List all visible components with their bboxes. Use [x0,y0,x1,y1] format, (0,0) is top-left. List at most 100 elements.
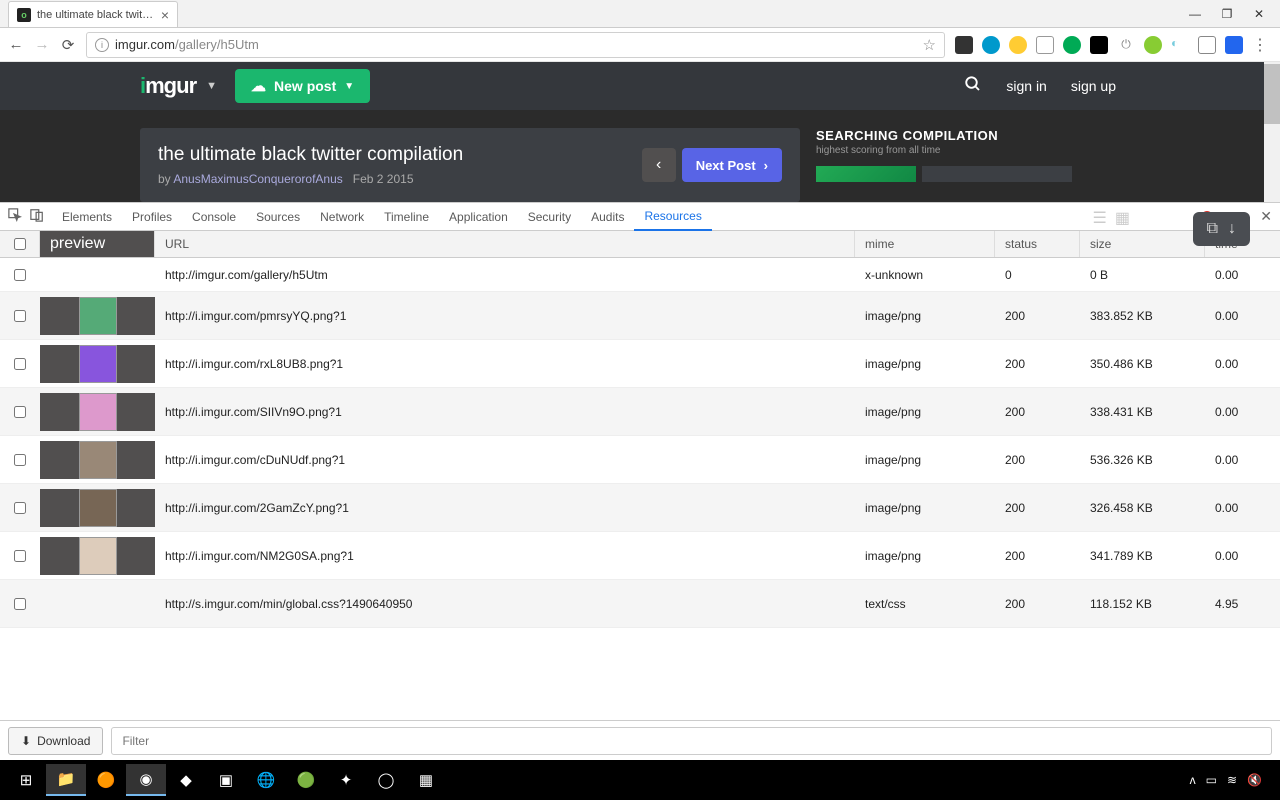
download-icon[interactable]: ↓ [1228,220,1236,238]
col-url[interactable]: URL [155,231,855,257]
volume-icon[interactable]: 🔇 [1247,773,1262,787]
download-button[interactable]: ⬇ Download [8,727,103,755]
wifi-icon[interactable]: ≋ [1227,773,1237,787]
devtools-tab-resources[interactable]: Resources [634,203,711,231]
col-preview[interactable]: preview [40,231,155,257]
row-checkbox[interactable] [0,454,40,466]
extension-icon[interactable] [1063,36,1081,54]
row-size: 383.852 KB [1080,309,1205,323]
url-input[interactable]: i imgur.com/gallery/h5Utm ☆ [86,32,945,58]
forward-icon[interactable]: → [34,37,50,53]
filter-input[interactable] [111,727,1272,755]
imgur-logo[interactable]: imgur [140,73,196,99]
inspect-icon[interactable] [8,208,22,225]
taskbar-app-icon[interactable]: 🟠 [86,764,126,796]
signin-link[interactable]: sign in [1006,78,1046,94]
table-row[interactable]: http://i.imgur.com/NM2G0SA.png?1image/pn… [0,532,1280,580]
mail-icon[interactable] [1036,36,1054,54]
row-status: 200 [995,453,1080,467]
battery-icon[interactable]: ▭ [1206,773,1217,787]
prev-post-button[interactable]: ‹ [642,148,676,182]
related-item[interactable] [922,166,1072,182]
related-thumb[interactable] [816,166,916,182]
taskbar-app-icon[interactable]: ▦ [406,764,446,796]
next-post-label: Next Post [696,158,756,173]
menu-icon[interactable]: ⋮ [1252,35,1268,55]
taskbar-app-icon[interactable]: ◯ [366,764,406,796]
row-checkbox[interactable] [0,358,40,370]
list-view-icon[interactable]: ☰ [1093,208,1107,228]
row-checkbox[interactable] [0,406,40,418]
table-row[interactable]: http://imgur.com/gallery/h5Utmx-unknown0… [0,258,1280,292]
devtools-tab-sources[interactable]: Sources [246,203,310,231]
taskbar-app-icon[interactable]: 🟢 [286,764,326,796]
close-window-icon[interactable]: ✕ [1252,7,1266,21]
devtools-tab-profiles[interactable]: Profiles [122,203,182,231]
col-status[interactable]: status [995,231,1080,257]
taskbar-app-icon[interactable]: ▣ [206,764,246,796]
row-mime: image/png [855,453,995,467]
minimize-icon[interactable]: — [1188,7,1202,21]
extension-icon[interactable] [982,36,1000,54]
bookmark-star-icon[interactable]: ☆ [923,36,936,54]
cast-icon[interactable] [1198,36,1216,54]
extension-icon[interactable] [1144,36,1162,54]
next-post-button[interactable]: Next Post › [682,148,782,182]
select-all-checkbox[interactable] [0,231,40,257]
devtools-tab-network[interactable]: Network [310,203,374,231]
chevron-down-icon[interactable]: ▼ [206,80,217,92]
close-icon[interactable]: × [161,7,169,23]
maximize-icon[interactable]: ❐ [1220,7,1234,21]
devtools-tab-security[interactable]: Security [518,203,581,231]
extension-icon[interactable]: ◐ [1171,36,1189,54]
browser-tabbar: the ultimate black twitter × — ❐ ✕ [0,0,1280,28]
power-icon[interactable]: ⏻ [1117,36,1135,54]
resources-table-body[interactable]: http://imgur.com/gallery/h5Utmx-unknown0… [0,258,1280,720]
search-icon[interactable] [964,75,982,98]
row-status: 200 [995,357,1080,371]
grid-view-icon[interactable]: ▦ [1115,208,1130,228]
col-mime[interactable]: mime [855,231,995,257]
devtools-tab-timeline[interactable]: Timeline [374,203,439,231]
close-devtools-icon[interactable]: ✕ [1260,208,1272,225]
devtools-tab-console[interactable]: Console [182,203,246,231]
back-icon[interactable]: ← [8,37,24,53]
table-row[interactable]: http://i.imgur.com/pmrsyYQ.png?1image/pn… [0,292,1280,340]
row-url: http://i.imgur.com/SIIVn9O.png?1 [155,405,855,419]
row-checkbox[interactable] [0,310,40,322]
taskbar-app-icon[interactable]: 🌐 [246,764,286,796]
table-row[interactable]: http://i.imgur.com/2GamZcY.png?1image/pn… [0,484,1280,532]
extension-icon[interactable] [1090,36,1108,54]
taskbar-app-icon[interactable]: ✦ [326,764,366,796]
tray-chevron-icon[interactable]: ʌ [1190,773,1196,787]
devtools-tab-audits[interactable]: Audits [581,203,634,231]
taskbar-explorer-icon[interactable]: 📁 [46,764,86,796]
row-checkbox[interactable] [0,598,40,610]
table-row[interactable]: http://i.imgur.com/rxL8UB8.png?1image/pn… [0,340,1280,388]
row-checkbox[interactable] [0,269,40,281]
reload-icon[interactable]: ⟳ [60,37,76,53]
extension-icon[interactable] [1009,36,1027,54]
devtools-tab-elements[interactable]: Elements [52,203,122,231]
row-mime: image/png [855,501,995,515]
table-row[interactable]: http://s.imgur.com/min/global.css?149064… [0,580,1280,628]
row-checkbox[interactable] [0,550,40,562]
pocket-icon[interactable] [955,36,973,54]
table-row[interactable]: http://i.imgur.com/SIIVn9O.png?1image/pn… [0,388,1280,436]
col-size[interactable]: size [1080,231,1205,257]
row-checkbox[interactable] [0,502,40,514]
browser-tab[interactable]: the ultimate black twitter × [8,1,178,27]
author-link[interactable]: AnusMaximusConquerorofAnus [173,172,342,186]
info-icon[interactable]: i [95,38,109,52]
taskbar-chrome-icon[interactable]: ◉ [126,764,166,796]
extension-icon[interactable] [1225,36,1243,54]
device-icon[interactable] [30,208,44,225]
copy-icon[interactable]: ⧉ [1207,220,1218,238]
new-post-button[interactable]: ☁ New post ▼ [235,69,370,103]
devtools-tab-application[interactable]: Application [439,203,518,231]
table-row[interactable]: http://i.imgur.com/cDuNUdf.png?1image/pn… [0,436,1280,484]
taskbar-app-icon[interactable]: ◆ [166,764,206,796]
page-content: imgur ▼ ☁ New post ▼ sign in sign up the… [0,62,1280,202]
start-button[interactable]: ⊞ [6,764,46,796]
signup-link[interactable]: sign up [1071,78,1116,94]
